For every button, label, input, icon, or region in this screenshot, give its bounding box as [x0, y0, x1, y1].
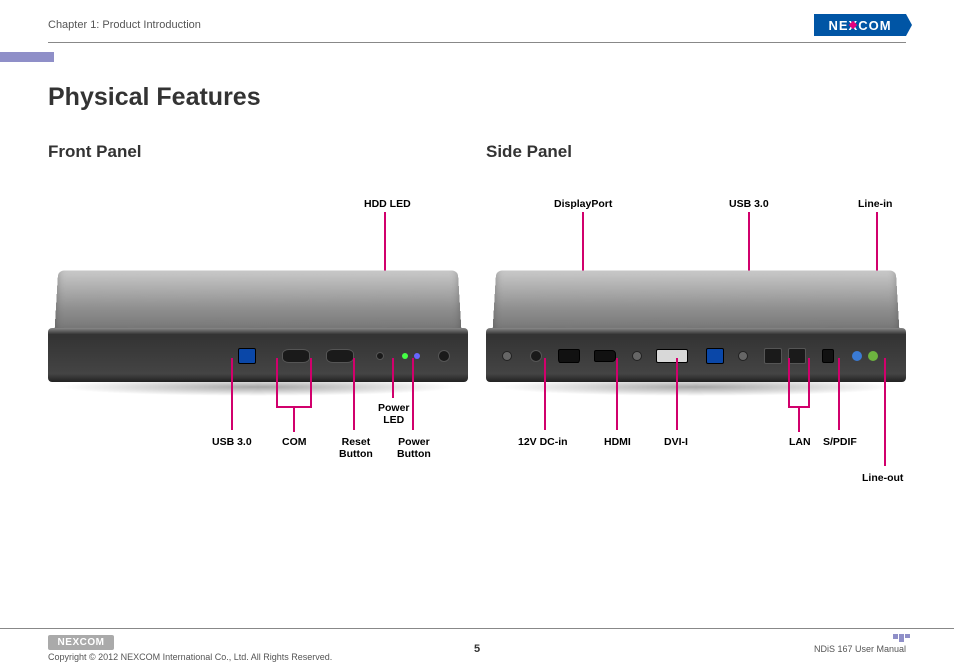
- front-panel: Front Panel HDD LED: [48, 142, 468, 496]
- port-lineout: [868, 351, 878, 361]
- leader: [676, 358, 678, 430]
- label-usb30: USB 3.0: [212, 436, 252, 448]
- port-dvi: [656, 349, 688, 363]
- port-power-btn: [438, 350, 450, 362]
- port-displayport: [558, 349, 580, 363]
- front-panel-diagram: HDD LED: [48, 176, 468, 496]
- accent-bar: [0, 52, 54, 62]
- leader: [788, 358, 790, 406]
- front-panel-heading: Front Panel: [48, 142, 468, 162]
- leader: [544, 358, 546, 430]
- port-com: [326, 349, 354, 363]
- led-hdd: [402, 353, 408, 359]
- leader: [616, 358, 618, 430]
- port-hdmi: [594, 350, 616, 362]
- leader: [884, 358, 886, 466]
- leader: [231, 358, 233, 430]
- label-dcin: 12V DC-in: [518, 436, 568, 448]
- port-ant: [632, 351, 642, 361]
- footer: NEXCOM Copyright © 2012 NEXCOM Internati…: [0, 628, 954, 672]
- side-panel-diagram: DisplayPort USB 3.0 Line-in: [486, 176, 906, 496]
- leader: [808, 358, 810, 406]
- label-hdd-led: HDD LED: [364, 198, 411, 210]
- device-side: [486, 268, 906, 408]
- label-lineout: Line-out: [862, 472, 903, 484]
- brand-logo: NEXCOM: [814, 14, 906, 36]
- leader: [353, 358, 355, 430]
- label-dvii: DVI-I: [664, 436, 688, 448]
- port-linein: [852, 351, 862, 361]
- leader: [293, 406, 295, 432]
- label-lan: LAN: [789, 436, 811, 448]
- leader: [412, 358, 414, 430]
- port-dcin: [530, 350, 542, 362]
- port-usb30: [238, 348, 256, 364]
- page-title: Physical Features: [48, 83, 906, 112]
- chapter-label: Chapter 1: Product Introduction: [48, 19, 201, 31]
- label-hdmi: HDMI: [604, 436, 631, 448]
- label-power-btn: Power Button: [397, 436, 431, 460]
- port-lan: [788, 348, 806, 364]
- device-front: [48, 268, 468, 408]
- label-reset: Reset Button: [339, 436, 373, 460]
- header-rule: [48, 42, 906, 43]
- port-ant: [502, 351, 512, 361]
- label-spdif: S/PDIF: [823, 436, 857, 448]
- leader: [798, 406, 800, 432]
- label-usb30-top: USB 3.0: [729, 198, 769, 210]
- leader: [838, 358, 840, 430]
- port-com: [282, 349, 310, 363]
- doc-title: NDiS 167 User Manual: [814, 644, 906, 654]
- page-number: 5: [474, 643, 480, 655]
- port-ant: [738, 351, 748, 361]
- label-displayport: DisplayPort: [554, 198, 612, 210]
- footer-logo: NEXCOM: [48, 635, 114, 650]
- leader: [310, 358, 312, 406]
- port-lan: [764, 348, 782, 364]
- port-reset: [376, 352, 384, 360]
- side-panel-heading: Side Panel: [486, 142, 906, 162]
- leader: [392, 358, 394, 398]
- led-power: [414, 353, 420, 359]
- port-spdif: [822, 349, 834, 363]
- label-power-led: Power LED: [378, 402, 410, 426]
- label-linein: Line-in: [858, 198, 892, 210]
- label-com: COM: [282, 436, 307, 448]
- port-usb30: [706, 348, 724, 364]
- side-panel: Side Panel DisplayPort USB 3.0 Line-in: [486, 142, 906, 496]
- copyright: Copyright © 2012 NEXCOM International Co…: [48, 652, 332, 662]
- leader: [276, 358, 278, 406]
